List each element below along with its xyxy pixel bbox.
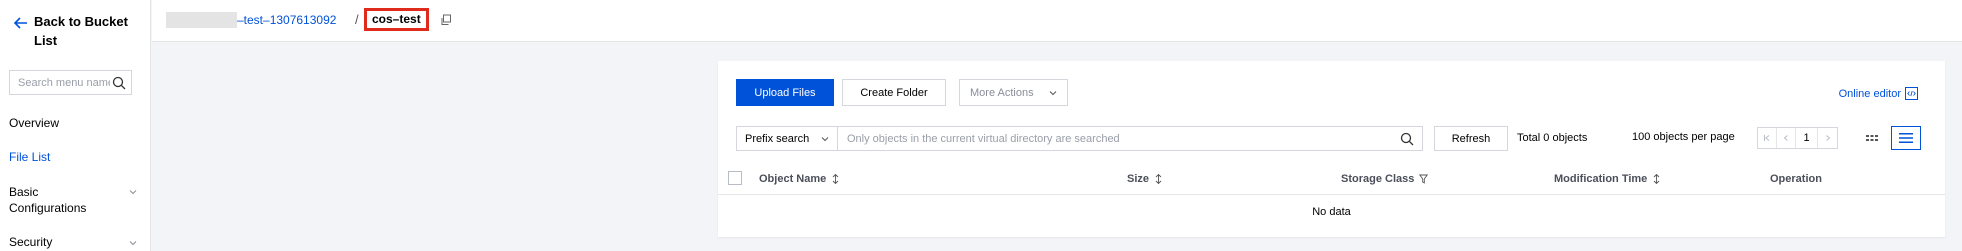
column-label: Modification Time [1554, 173, 1648, 185]
total-objects-count: Total 0 objects [1517, 132, 1588, 144]
more-actions-dropdown[interactable]: More Actions [959, 79, 1068, 106]
breadcrumb-current-folder: cos–test [364, 8, 429, 31]
breadcrumb-separator: / [355, 12, 359, 27]
current-page-number[interactable]: 1 [1796, 128, 1818, 148]
sort-icon [832, 174, 839, 184]
search-icon[interactable] [112, 76, 126, 90]
sidebar-item-basic-configurations[interactable]: Basic Configurations [9, 184, 137, 216]
upload-files-button[interactable]: Upload Files [736, 79, 834, 106]
chevron-down-icon [1049, 90, 1057, 95]
chevron-right-icon [1825, 135, 1830, 141]
sidebar: Back to Bucket List Overview File List B… [0, 0, 151, 251]
column-label: Size [1127, 173, 1150, 185]
column-size[interactable]: Size [1127, 173, 1163, 185]
back-label: Back to Bucket List [34, 14, 128, 48]
sort-icon [1653, 174, 1660, 184]
chevron-down-icon [129, 241, 137, 246]
column-operation: Operation [1770, 173, 1822, 185]
sidebar-item-label: Basic Configurations [9, 185, 87, 215]
pagination: 1 [1757, 127, 1838, 149]
menu-search-box[interactable] [9, 70, 132, 95]
previous-page-button[interactable] [1777, 128, 1796, 148]
prefix-search-label: Prefix search [745, 132, 810, 145]
chevron-down-icon [129, 190, 137, 195]
sidebar-item-security[interactable]: Security [9, 235, 137, 249]
select-all-checkbox[interactable] [728, 171, 742, 185]
column-object-name[interactable]: Object Name [759, 173, 840, 185]
refresh-button[interactable]: Refresh [1434, 126, 1508, 151]
next-page-button[interactable] [1818, 128, 1837, 148]
back-to-bucket-list-link[interactable]: Back to Bucket List [12, 12, 146, 50]
sort-icon [1155, 174, 1162, 184]
grid-view-icon[interactable] [1865, 131, 1879, 145]
create-folder-button[interactable]: Create Folder [842, 79, 946, 106]
object-search-box[interactable] [837, 126, 1423, 151]
search-icon[interactable] [1400, 132, 1414, 146]
object-search-input[interactable] [838, 132, 1400, 145]
list-view-button[interactable] [1891, 126, 1921, 150]
chevron-down-icon [821, 136, 829, 141]
breadcrumb: –test–1307613092 / cos–test [152, 0, 1962, 42]
objects-per-page-select[interactable]: 100 objects per page [1632, 131, 1735, 143]
more-actions-label: More Actions [970, 86, 1034, 99]
column-label: Operation [1770, 173, 1822, 185]
code-editor-icon [1905, 87, 1918, 100]
redacted-bucket-prefix [166, 12, 237, 28]
online-editor-label: Online editor [1838, 87, 1901, 100]
copy-icon[interactable] [440, 14, 452, 26]
column-modification-time[interactable]: Modification Time [1554, 173, 1661, 185]
breadcrumb-bucket-link[interactable]: –test–1307613092 [237, 13, 336, 27]
chevron-left-icon [1783, 135, 1788, 141]
menu-search-input[interactable] [10, 76, 110, 89]
arrow-left-icon [13, 17, 27, 29]
file-list-panel: Upload Files Create Folder More Actions … [718, 61, 1945, 237]
empty-state-text: No data [1312, 206, 1351, 218]
sidebar-item-file-list[interactable]: File List [9, 150, 137, 164]
table-header: Object Name Size Storage Class Modificat… [718, 163, 1945, 195]
online-editor-link[interactable]: Online editor [1839, 87, 1918, 100]
list-view-icon [1899, 133, 1913, 143]
column-label: Storage Class [1341, 173, 1415, 185]
first-page-button[interactable] [1758, 128, 1777, 148]
sidebar-item-label: Overview [9, 116, 60, 130]
column-label: Object Name [759, 173, 827, 185]
first-page-icon [1764, 135, 1770, 141]
sidebar-item-overview[interactable]: Overview [9, 116, 137, 130]
prefix-search-select[interactable]: Prefix search [736, 126, 838, 151]
sidebar-item-label: File List [9, 150, 51, 164]
filter-icon [1419, 174, 1429, 184]
sidebar-item-label: Security [9, 235, 53, 249]
column-storage-class[interactable]: Storage Class [1341, 173, 1429, 185]
